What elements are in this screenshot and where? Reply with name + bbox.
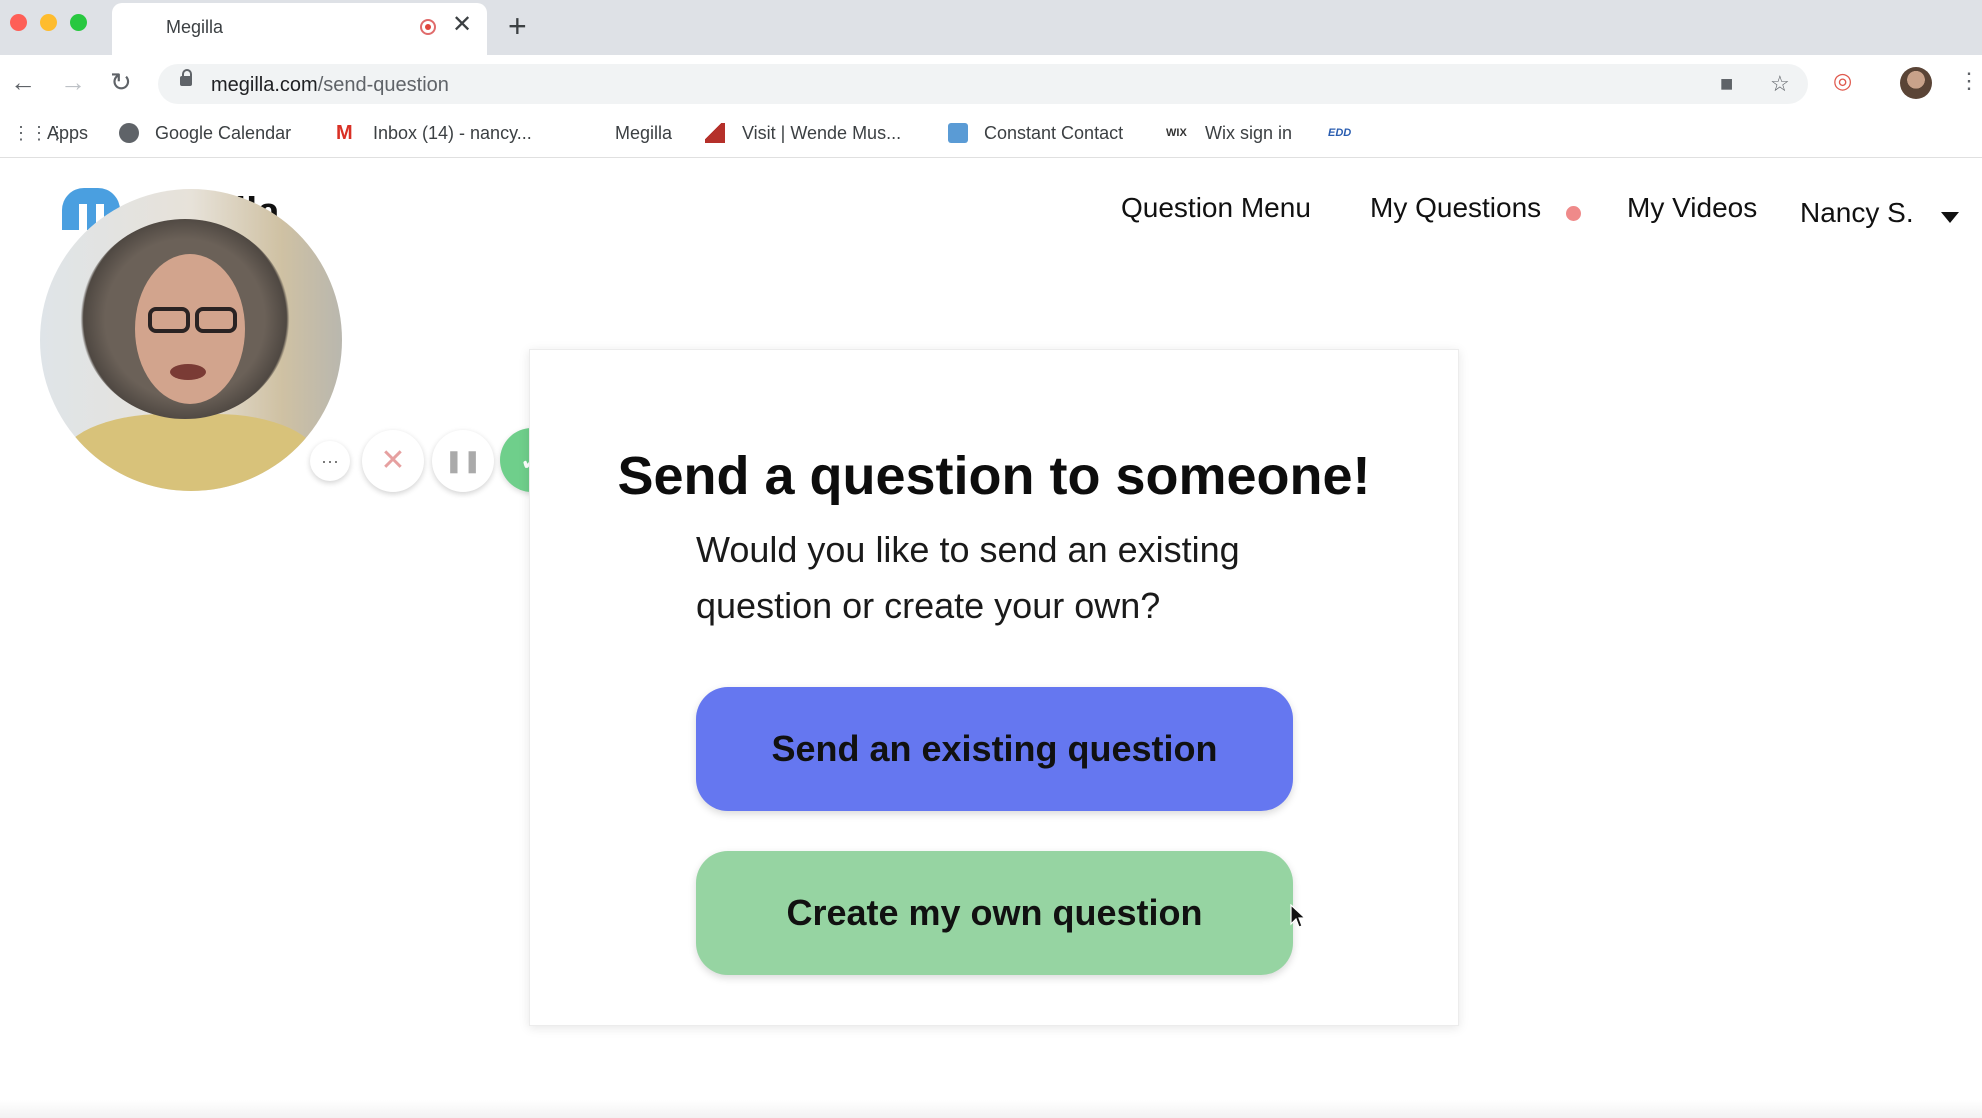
bookmark-constant-contact[interactable]: Constant Contact — [984, 123, 1123, 144]
gmail-icon: M — [336, 122, 353, 144]
url-text: megilla.com/send-question — [211, 74, 449, 96]
globe-icon — [119, 123, 139, 143]
bookmark-inbox[interactable]: Inbox (14) - nancy... — [373, 123, 532, 144]
chevron-down-icon[interactable] — [1941, 212, 1959, 223]
close-window-button[interactable] — [10, 14, 27, 31]
nav-question-menu[interactable]: Question Menu — [1121, 192, 1311, 224]
bookmark-visit-wende[interactable]: Visit | Wende Mus... — [742, 123, 901, 144]
maximize-window-button[interactable] — [70, 14, 87, 31]
minimize-window-button[interactable] — [40, 14, 57, 31]
new-tab-button[interactable]: + — [508, 10, 527, 42]
bookmark-megilla[interactable]: Megilla — [615, 123, 672, 144]
card-subtitle: Would you like to send an existing quest… — [696, 529, 1240, 626]
constant-contact-icon — [948, 123, 968, 143]
address-bar[interactable]: megilla.com/send-question ■ ☆ — [158, 64, 1808, 104]
browser-tabstrip: Megilla ✕ + — [0, 0, 1982, 55]
nav-my-videos[interactable]: My Videos — [1627, 192, 1757, 224]
bookmark-apps[interactable]: Apps — [47, 123, 88, 144]
bookmarks-bar: ⋮⋮⋮ Apps Google Calendar M Inbox (14) - … — [0, 111, 1982, 158]
tab-title: Megilla — [166, 17, 224, 37]
bookmark-star-icon[interactable]: ☆ — [1770, 72, 1790, 96]
back-icon[interactable]: ← — [10, 67, 36, 97]
bookmark-google-calendar[interactable]: Google Calendar — [155, 123, 291, 144]
notification-dot — [1566, 206, 1581, 221]
recorder-more-button[interactable]: ··· — [310, 441, 350, 481]
nav-my-questions[interactable]: My Questions — [1370, 192, 1541, 224]
user-menu-name[interactable]: Nancy S. — [1800, 197, 1914, 229]
apps-grid-icon: ⋮⋮⋮ — [12, 123, 66, 143]
lock-icon — [180, 69, 192, 86]
recorder-pause-button[interactable]: ❚❚ — [432, 430, 494, 492]
webcam-preview[interactable] — [40, 189, 342, 491]
recording-indicator-icon — [420, 19, 436, 35]
recorder-cancel-button[interactable]: ✕ — [362, 430, 424, 492]
create-own-question-button[interactable]: Create my own question — [696, 851, 1293, 975]
camera-icon[interactable]: ■ — [1720, 72, 1733, 96]
bookmark-wix-sign-in[interactable]: Wix sign in — [1205, 123, 1292, 144]
mouse-cursor-icon — [1290, 904, 1306, 928]
forward-icon[interactable]: → — [60, 67, 86, 97]
reload-icon[interactable]: ↻ — [110, 67, 132, 97]
edd-icon[interactable]: EDD — [1328, 123, 1354, 143]
wix-icon: WIX — [1166, 127, 1187, 139]
send-existing-question-button[interactable]: Send an existing question — [696, 687, 1293, 811]
extension-icon[interactable]: ◎ — [1833, 69, 1852, 93]
page-title: Send a question to someone! — [617, 446, 1371, 506]
site-icon — [705, 123, 725, 143]
send-question-card: Send a question to someone! Would you li… — [529, 349, 1459, 1026]
browser-toolbar: ← → ↻ megilla.com/send-question ■ ☆ ◎ ⋮ — [0, 55, 1982, 111]
page-bottom-edge — [0, 1100, 1982, 1118]
profile-avatar[interactable] — [1900, 67, 1932, 99]
browser-tab[interactable]: Megilla ✕ — [112, 3, 487, 55]
tab-close-icon[interactable]: ✕ — [452, 13, 472, 37]
menu-kebab-icon[interactable]: ⋮ — [1958, 69, 1980, 93]
